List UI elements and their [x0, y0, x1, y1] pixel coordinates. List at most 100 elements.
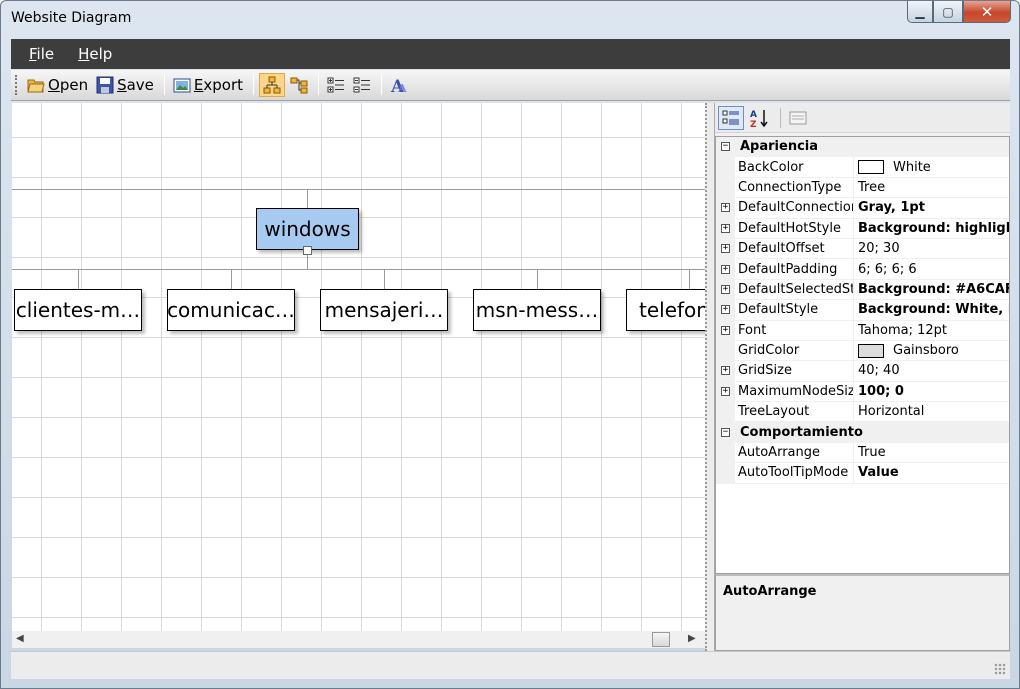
diagram-canvas[interactable]: windows clientes-m… comunicac… mensajeri…: [12, 103, 705, 632]
property-category[interactable]: − Comportamiento: [716, 422, 1009, 443]
property-row[interactable]: + DefaultHotStyle Background: highlight: [716, 218, 1009, 239]
property-name: GridSize: [735, 361, 854, 381]
property-value[interactable]: White: [854, 157, 1009, 176]
property-value[interactable]: Horizontal: [854, 402, 1009, 421]
property-row[interactable]: + DefaultOffset 20; 30: [716, 238, 1009, 260]
property-row[interactable]: + DefaultPadding 6; 6; 6; 6: [716, 259, 1009, 280]
property-row[interactable]: + GridSize 40; 40: [716, 361, 1009, 382]
close-button[interactable]: ✕: [963, 1, 1011, 23]
collapse-icon[interactable]: −: [716, 422, 735, 442]
horizontal-scrollbar[interactable]: ◀ ▶: [12, 631, 705, 648]
property-value[interactable]: 6; 6; 6; 6: [854, 259, 1009, 278]
tree-horizontal-layout-button[interactable]: [287, 73, 311, 97]
diagram-node[interactable]: msn-mess…: [473, 289, 601, 331]
property-name: DefaultPadding: [735, 259, 854, 279]
export-button[interactable]: Export: [170, 73, 246, 97]
scroll-thumb[interactable]: [652, 632, 670, 647]
property-value-text: Background: #A6CAF0: [858, 281, 1009, 297]
property-row[interactable]: + DefaultStyle Background: White, Fo: [716, 300, 1009, 321]
property-row[interactable]: TreeLayout Horizontal: [716, 402, 1009, 423]
menu-file[interactable]: File: [29, 45, 54, 63]
minimize-button[interactable]: ▁: [907, 1, 933, 23]
collapse-all-button[interactable]: [350, 73, 374, 97]
expand-icon[interactable]: +: [716, 198, 735, 218]
property-value-text: 40; 40: [858, 363, 900, 379]
tree-vertical-layout-button[interactable]: [259, 73, 286, 97]
expand-icon[interactable]: +: [716, 279, 735, 300]
expand-icon[interactable]: +: [716, 218, 735, 238]
property-value[interactable]: Tree: [854, 178, 1009, 197]
open-button[interactable]: Open: [24, 73, 91, 97]
collapse-icon[interactable]: −: [716, 137, 735, 157]
node-label: windows: [264, 217, 351, 241]
save-button[interactable]: Save: [93, 73, 157, 97]
property-row[interactable]: ConnectionType Tree: [716, 177, 1009, 199]
connector-line: [307, 189, 308, 208]
property-value-text: Gainsboro: [893, 343, 959, 359]
maximize-button[interactable]: ▢: [933, 1, 963, 23]
property-value[interactable]: Gainsboro: [854, 341, 1009, 360]
diagram-node-root[interactable]: windows: [256, 208, 359, 250]
property-row[interactable]: GridColor Gainsboro: [716, 340, 1009, 362]
diagram-node[interactable]: comunicac…: [167, 289, 295, 331]
categorized-icon: [722, 110, 739, 124]
scroll-right-arrow-icon[interactable]: ▶: [688, 633, 696, 644]
toolbar-grip[interactable]: [15, 75, 18, 95]
splitter[interactable]: [705, 103, 715, 651]
expand-icon[interactable]: +: [716, 300, 735, 320]
font-button[interactable]: AA: [387, 73, 411, 97]
property-row[interactable]: + Font Tahoma; 12pt: [716, 320, 1009, 341]
property-row[interactable]: + DefaultConnection Gray, 1pt: [716, 198, 1009, 219]
category-label: Apariencia: [740, 139, 819, 155]
property-row[interactable]: + DefaultSelectedSt Background: #A6CAF0: [716, 279, 1009, 301]
title-bar[interactable]: Website Diagram ▁ ▢ ✕: [1, 1, 1019, 37]
open-mnemonic: O: [48, 76, 60, 94]
property-value[interactable]: Background: White, Fo: [854, 300, 1009, 319]
scroll-left-arrow-icon[interactable]: ◀: [16, 633, 24, 644]
property-value[interactable]: 40; 40: [854, 361, 1009, 380]
expand-all-button[interactable]: [324, 73, 348, 97]
property-value[interactable]: Background: highlight: [854, 219, 1009, 238]
collapse-handle[interactable]: [303, 246, 312, 255]
menu-help[interactable]: Help: [78, 45, 112, 63]
export-label: xport: [203, 76, 244, 94]
property-row[interactable]: AutoArrange True: [716, 442, 1009, 464]
tree-horizontal-icon: [290, 77, 308, 94]
export-mnemonic: E: [193, 76, 204, 94]
categorized-button[interactable]: [718, 105, 744, 130]
property-value-text: 100; 0: [858, 383, 904, 399]
node-label: msn-mess…: [475, 298, 599, 322]
property-value[interactable]: True: [854, 443, 1009, 462]
property-value[interactable]: Value: [854, 463, 1009, 482]
property-row[interactable]: AutoToolTipMode Value: [716, 463, 1009, 484]
property-pages-button[interactable]: [785, 106, 811, 130]
diagram-node[interactable]: telefoni: [626, 289, 705, 331]
connector-line: [12, 189, 705, 190]
property-name: DefaultOffset: [735, 238, 854, 259]
property-value-text: 6; 6; 6; 6: [858, 261, 917, 277]
diagram-node[interactable]: mensajeri…: [320, 289, 448, 331]
property-value[interactable]: 20; 30: [854, 239, 1009, 258]
expand-icon[interactable]: +: [716, 381, 735, 402]
property-value[interactable]: 100; 0: [854, 382, 1009, 401]
property-value[interactable]: Background: #A6CAF0: [854, 280, 1009, 299]
property-category[interactable]: − Apariencia: [716, 137, 1009, 158]
property-row[interactable]: + MaximumNodeSize 100; 0: [716, 381, 1009, 403]
diagram-node[interactable]: clientes-m…: [14, 289, 142, 331]
property-value[interactable]: Gray, 1pt: [854, 198, 1009, 217]
alphabetical-button[interactable]: AZ: [747, 106, 773, 130]
property-value[interactable]: Tahoma; 12pt: [854, 321, 1009, 340]
row-gutter: [716, 442, 735, 463]
expand-icon[interactable]: +: [716, 259, 735, 279]
property-grid-toolbar: AZ: [715, 103, 1010, 133]
menu-bar: File Help: [11, 39, 1010, 69]
expand-icon[interactable]: +: [716, 238, 735, 259]
property-name: AutoToolTipMode: [735, 463, 854, 483]
property-row[interactable]: BackColor White: [716, 157, 1009, 178]
expand-icon[interactable]: +: [716, 361, 735, 381]
sort-alphabetical-icon: AZ: [750, 109, 768, 128]
resize-grip-icon[interactable]: [994, 663, 1006, 675]
toolbar-separator: [253, 75, 255, 95]
expand-list-icon: [327, 77, 345, 93]
expand-icon[interactable]: +: [716, 320, 735, 340]
